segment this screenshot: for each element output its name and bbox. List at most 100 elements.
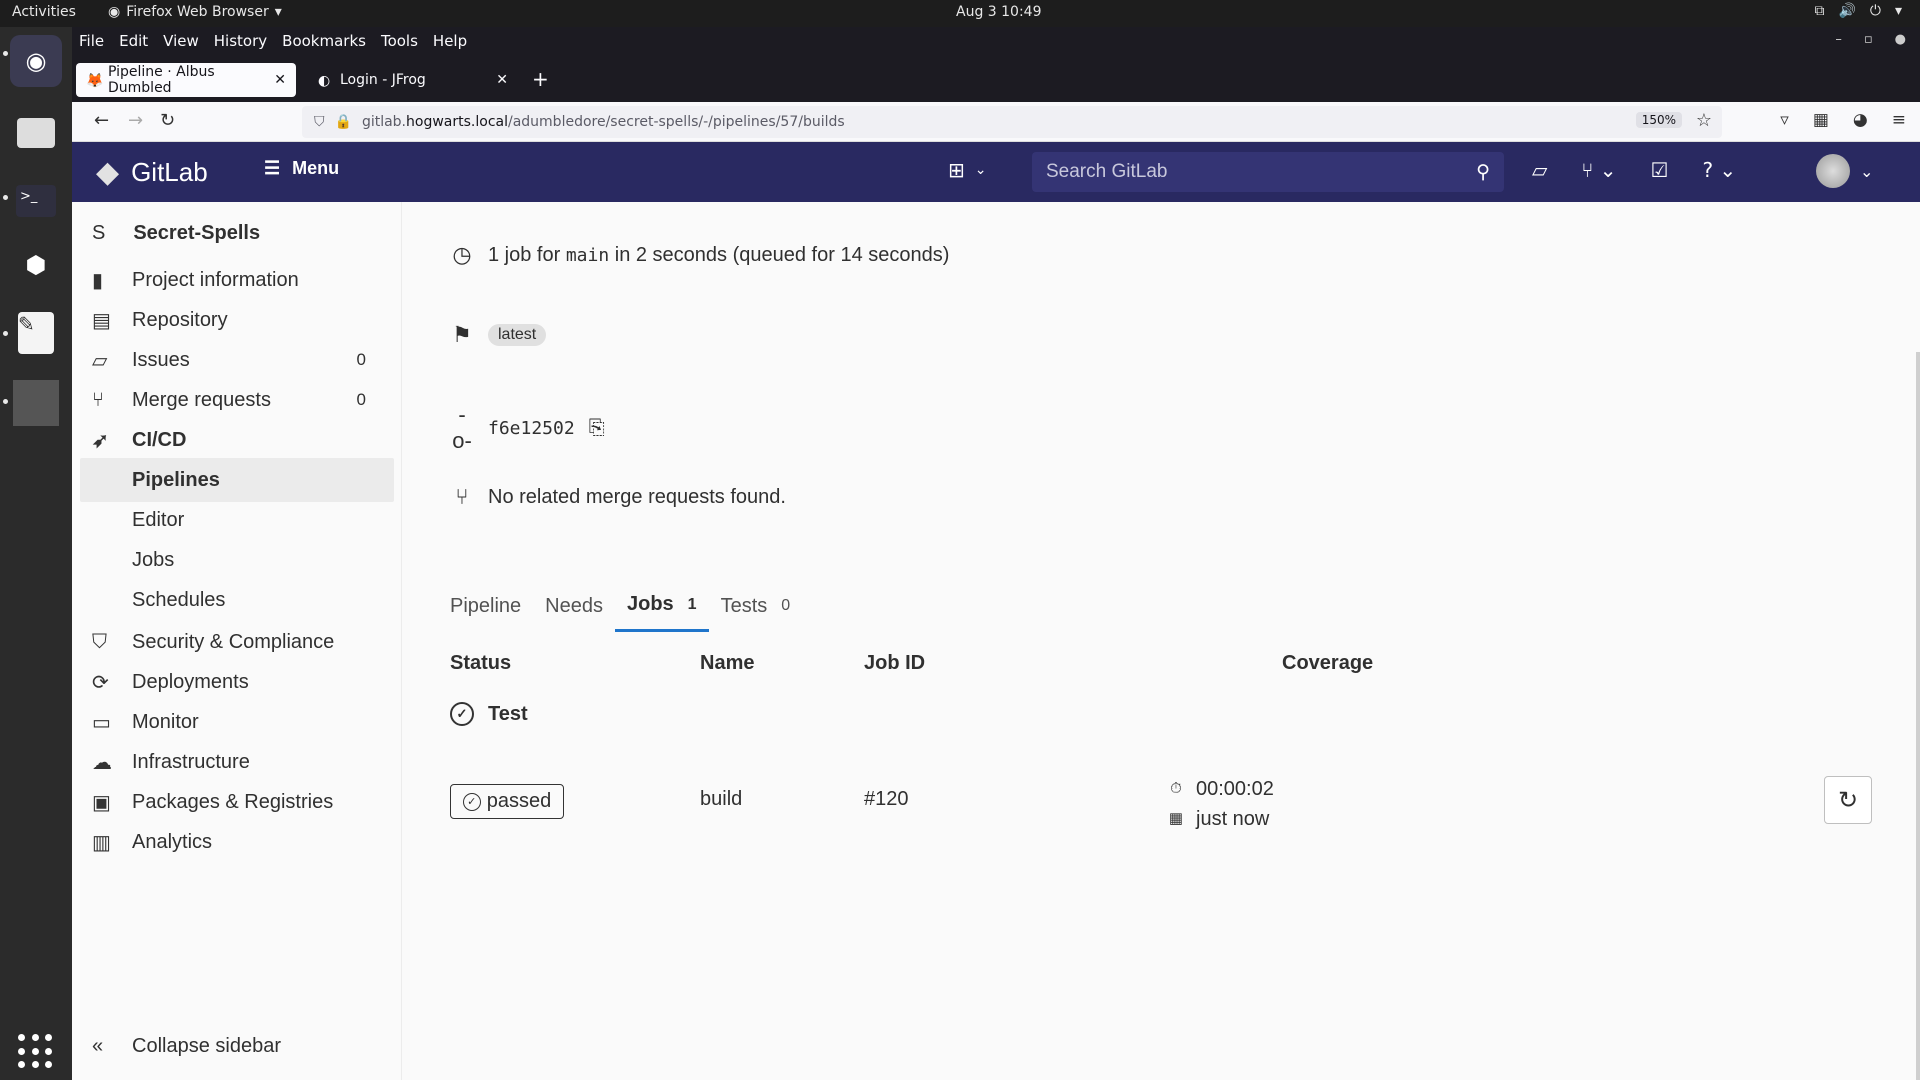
sidebar-item-monitor[interactable]: ▭ Monitor (80, 700, 394, 744)
terminal-dock-icon[interactable]: >_ (10, 175, 62, 227)
shield-icon[interactable]: ⛉ (314, 114, 325, 130)
show-applications-icon[interactable] (18, 1034, 54, 1070)
close-tab-icon[interactable]: ✕ (274, 72, 286, 88)
sidebar-item-project-information[interactable]: ▮ Project information (80, 258, 394, 302)
activities-button[interactable]: Activities (12, 4, 76, 20)
project-name: Secret-Spells (133, 222, 261, 244)
ref-link[interactable]: main (566, 245, 609, 266)
dock: ◉ >_ ⬢ ✎ (0, 27, 72, 1080)
sidebar-item-pipelines[interactable]: Pipelines (80, 458, 394, 502)
hamburger-menu-icon[interactable]: ≡ (1892, 110, 1906, 130)
new-tab-icon[interactable]: + (532, 67, 549, 91)
collapse-sidebar-button[interactable]: «Collapse sidebar (80, 1024, 394, 1068)
avatar (1816, 154, 1850, 188)
sidebar-item-repository[interactable]: ▤ Repository (80, 298, 394, 342)
sidebar-item-issues[interactable]: ▱ Issues 0 (80, 338, 394, 382)
todos-icon[interactable]: ☑ (1651, 158, 1669, 182)
stage-header: ✓ Test (450, 702, 528, 726)
close-tab-icon[interactable]: ✕ (496, 72, 508, 88)
clock[interactable]: Aug 3 10:49 (956, 4, 1042, 20)
sidebar-item-infrastructure[interactable]: ☁ Infrastructure (80, 740, 394, 784)
project-link[interactable]: S Secret-Spells (92, 222, 260, 245)
pocket-icon[interactable]: ▿ (1780, 110, 1789, 130)
sidebar-item-ci-cd[interactable]: ➶ CI/CD (80, 418, 394, 462)
menu-view[interactable]: View (163, 32, 199, 50)
image-viewer-dock-icon[interactable] (10, 377, 62, 429)
sidebar-item-analytics[interactable]: ▥ Analytics (80, 820, 394, 864)
files-dock-icon[interactable] (10, 107, 62, 159)
firefox-menubar: File Edit View History Bookmarks Tools H… (72, 27, 1920, 57)
new-dropdown[interactable]: ⊞ ⌄ (948, 158, 987, 182)
sidebar-item-jobs[interactable]: Jobs (80, 538, 394, 582)
sidebar-item-merge-requests[interactable]: ⑂ Merge requests 0 (80, 378, 394, 422)
back-icon[interactable]: ← (94, 110, 109, 131)
page-scrollbar[interactable] (1916, 352, 1920, 1080)
power-icon: ⏻ (1869, 3, 1881, 19)
job-id-link[interactable]: #120 (864, 788, 909, 811)
calendar-icon: ▦ (1168, 810, 1184, 827)
menu-bookmarks[interactable]: Bookmarks (282, 32, 366, 50)
account-icon[interactable]: ◕ (1853, 110, 1868, 130)
commit-sha-link[interactable]: f6e12502 (488, 418, 575, 439)
job-name-link[interactable]: build (700, 788, 742, 811)
restore-icon[interactable]: ▫ (1864, 32, 1873, 47)
merge-requests-dropdown[interactable]: ⑂ ⌄ (1581, 158, 1616, 182)
firefox-dock-icon[interactable]: ◉ (10, 35, 62, 87)
pipeline-badges: ⚑ latest (450, 322, 547, 348)
issues-icon[interactable]: ▱ (1532, 158, 1547, 182)
clock-icon: ◷ (452, 242, 472, 267)
close-window-icon[interactable]: ● (1895, 32, 1906, 47)
menu-file[interactable]: File (79, 32, 104, 50)
forward-icon[interactable]: → (128, 110, 143, 131)
minimize-icon[interactable]: – (1835, 32, 1842, 47)
column-header-job-id: Job ID (864, 652, 926, 674)
sidebar-item-editor[interactable]: Editor (80, 498, 394, 542)
search-placeholder: Search GitLab (1046, 161, 1168, 182)
menu-tools[interactable]: Tools (381, 32, 418, 50)
menu-help[interactable]: Help (433, 32, 467, 50)
url-text: gitlab.hogwarts.local/adumbledore/secret… (361, 114, 845, 130)
bookmark-star-icon[interactable]: ☆ (1696, 110, 1712, 131)
zoom-level[interactable]: 150% (1635, 112, 1682, 128)
tab-pipeline[interactable]: 🦊 Pipeline · Albus Dumbled ✕ (76, 63, 296, 97)
search-input[interactable]: Search GitLab ⚲ (1032, 152, 1504, 192)
package-icon: ▣ (92, 791, 111, 814)
menu-edit[interactable]: Edit (119, 32, 148, 50)
app-menu[interactable]: ◉ Firefox Web Browser ▾ (108, 4, 282, 20)
app-dock-icon[interactable]: ⬢ (10, 239, 62, 291)
extension-icon[interactable]: ▦ (1813, 110, 1829, 130)
cloud-icon: ☁ (92, 751, 112, 774)
help-dropdown[interactable]: ? ⌄ (1702, 158, 1736, 182)
tests-count: 0 (781, 597, 791, 614)
merge-requests-count: 0 (356, 390, 366, 409)
tab-pipeline[interactable]: Pipeline (438, 580, 533, 632)
sidebar-item-deployments[interactable]: ⟳ Deployments (80, 660, 394, 704)
network-icon: ⧉ (1814, 3, 1825, 19)
double-chevron-left-icon: « (92, 1034, 104, 1057)
monitor-icon: ▭ (92, 711, 111, 734)
menu-button[interactable]: ☰ Menu (264, 158, 339, 179)
user-avatar-dropdown[interactable]: ⌄ (1816, 154, 1873, 188)
tab-jobs[interactable]: Jobs 1 (614, 580, 709, 632)
tab-jfrog-login[interactable]: ◐ Login - JFrog ✕ (308, 63, 518, 97)
system-tray[interactable]: ⧉ 🔊 ⏻ ▾ (1814, 3, 1902, 19)
tab-needs[interactable]: Needs (533, 580, 615, 632)
sidebar-item-security-compliance[interactable]: ⛉ Security & Compliance (80, 620, 394, 664)
sidebar-item-schedules[interactable]: Schedules (80, 578, 394, 622)
copy-icon[interactable]: ⎘ (589, 417, 605, 440)
related-merge-requests: ⑂ No related merge requests found. (450, 484, 786, 510)
summary-text: 1 job for main in 2 seconds (queued for … (488, 243, 950, 266)
text-editor-dock-icon[interactable]: ✎ (10, 307, 62, 359)
chevron-down-icon: ⌄ (1860, 161, 1874, 181)
menu-history[interactable]: History (214, 32, 267, 50)
sidebar-item-packages-registries[interactable]: ▣ Packages & Registries (80, 780, 394, 824)
check-circle-icon: ✓ (450, 702, 474, 726)
gitlab-logo[interactable]: ◆ GitLab (96, 155, 208, 190)
status-badge[interactable]: ✓ passed (450, 784, 564, 819)
reload-icon[interactable]: ↻ (160, 110, 175, 131)
retry-button[interactable]: ↻ (1824, 776, 1872, 824)
url-bar[interactable]: ⛉ 🔒 gitlab.hogwarts.local/adumbledore/se… (302, 106, 1722, 138)
tab-tests[interactable]: Tests 0 (709, 580, 803, 632)
column-header-name: Name (700, 652, 755, 674)
lock-icon[interactable]: 🔒 (335, 114, 352, 130)
